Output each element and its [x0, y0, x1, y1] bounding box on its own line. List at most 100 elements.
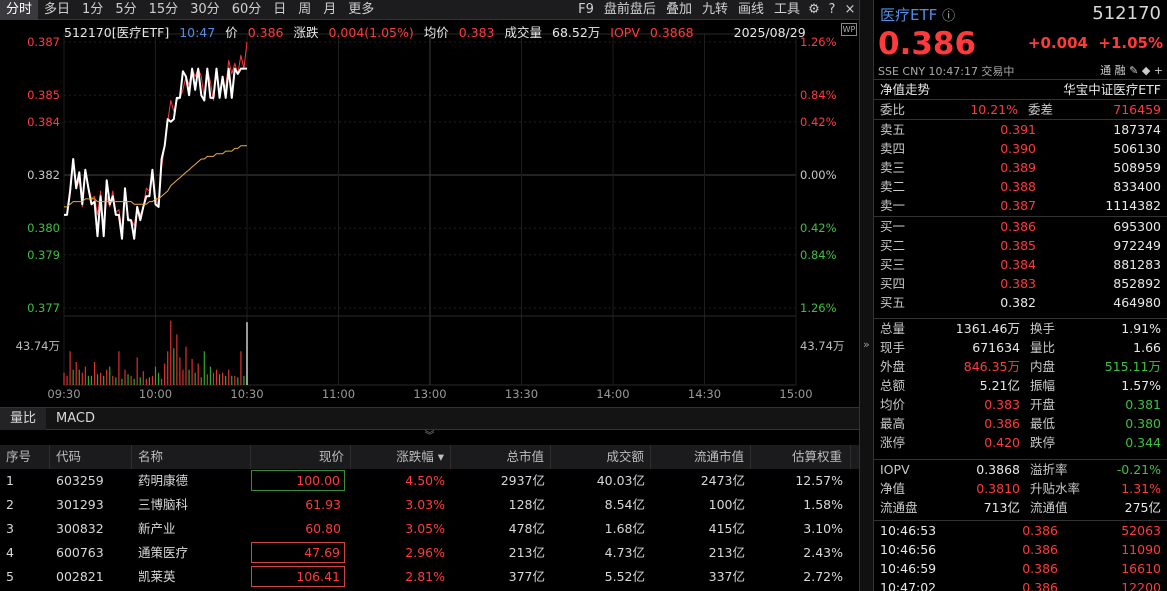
- period-tab-6[interactable]: 60分: [226, 0, 268, 20]
- table-row[interactable]: 3 300832 新产业 60.80 3.05% 478亿 1.68亿 415亿 3.10%: [0, 517, 859, 541]
- table-row[interactable]: 5 002821 凯莱英 106.41 2.81% 377亿 5.52亿 337亿 2.72%: [0, 565, 859, 589]
- period-tab-5[interactable]: 30分: [184, 0, 226, 20]
- cell-5: 377亿: [508, 569, 545, 584]
- cell-0: 1: [6, 473, 14, 488]
- col-header-0[interactable]: 序号: [0, 445, 50, 469]
- cell-2: 三博脑科: [138, 497, 189, 512]
- stat2-row: IOPV 0.3868 溢折率 -0.21%: [874, 460, 1167, 479]
- x-tick: 10:30: [230, 387, 263, 401]
- tool-tab-0[interactable]: F9: [573, 0, 599, 20]
- info-icon[interactable]: ⓘ: [942, 9, 955, 24]
- stat2-value2: 275亿: [1124, 500, 1161, 515]
- stat-row: 均价 0.383 开盘 0.381: [874, 395, 1167, 414]
- x-tick: 10:00: [139, 387, 172, 401]
- bid-volume: 695300: [1113, 219, 1161, 234]
- stat-label2: 跌停: [1030, 435, 1056, 450]
- cell-8: 12.57%: [795, 473, 843, 488]
- price-value: 47.69: [251, 542, 345, 563]
- indicator-tab-0[interactable]: 量比: [0, 407, 47, 430]
- table-row[interactable]: 1 603259 药明康德 100.00 4.50% 2937亿 40.03亿 2473亿 12…: [0, 469, 859, 493]
- period-tab-4[interactable]: 15分: [143, 0, 185, 20]
- panel-price: 0.386: [878, 26, 977, 62]
- y-left-tick: 0.379: [27, 248, 60, 262]
- col-header-4[interactable]: 涨跌幅 ▾: [351, 445, 451, 469]
- tick-time: 10:46:56: [880, 542, 937, 557]
- gear-icon[interactable]: ⚙: [805, 2, 823, 17]
- expand-icon[interactable]: »: [863, 338, 870, 351]
- cell-7: 213亿: [708, 545, 745, 560]
- stat-value2: 0.380: [1125, 416, 1161, 431]
- tool-tab-4[interactable]: 画线: [733, 0, 769, 20]
- cell-0: 4: [6, 545, 14, 560]
- col-header-6[interactable]: 成交额: [551, 445, 651, 469]
- close-icon[interactable]: ×: [841, 2, 859, 17]
- period-tab-9[interactable]: 月: [317, 0, 342, 20]
- ask-level: 卖四: [880, 141, 906, 156]
- indicator-tab-1[interactable]: MACD: [46, 408, 105, 430]
- tool-tab-2[interactable]: 叠加: [661, 0, 697, 20]
- panel-divider[interactable]: »: [859, 0, 874, 591]
- panel-title[interactable]: 医疗ETF ⓘ: [880, 4, 955, 25]
- period-tab-0[interactable]: 分时: [0, 0, 39, 20]
- stat-label2: 内盘: [1030, 359, 1056, 374]
- intraday-chart[interactable]: 0.387 1.26% 0.385 0.84% 0.384 0.42% 0.382 0.00%…: [0, 21, 859, 406]
- cell-7: 100亿: [708, 497, 745, 512]
- col-header-2[interactable]: 名称: [132, 445, 251, 469]
- tick-time: 10:46:53: [880, 523, 937, 538]
- stat-value: 1361.46万: [955, 321, 1020, 336]
- stat-row: 外盘 846.35万 内盘 515.11万: [874, 357, 1167, 376]
- cell-7: 337亿: [708, 569, 745, 584]
- x-tick: 13:00: [413, 387, 446, 401]
- period-tab-3[interactable]: 5分: [109, 0, 142, 20]
- ask-level: 卖三: [880, 160, 906, 175]
- stat2-value: 0.3810: [976, 481, 1020, 496]
- ask-row: 卖二 0.388 833400: [874, 177, 1167, 196]
- cell-price: 60.80: [251, 517, 351, 541]
- stat2-label: IOPV: [880, 462, 910, 477]
- table-row[interactable]: 4 600763 通策医疗 47.69 2.96% 213亿 4.73亿 213亿 2.43%: [0, 541, 859, 565]
- panel-icons[interactable]: 通 融 ✎ ◆ +: [1100, 62, 1163, 78]
- stat-label: 最高: [880, 416, 906, 431]
- cell-5: 128亿: [508, 497, 545, 512]
- avg-label: 均价: [423, 25, 449, 40]
- tick-volume: 16610: [1121, 561, 1161, 576]
- tool-tab-3[interactable]: 九转: [697, 0, 733, 20]
- nav-row[interactable]: 净值走势 华宝中证医疗ETF: [874, 80, 1167, 99]
- chart-svg: 0.387 1.26% 0.385 0.84% 0.384 0.42% 0.382 0.00%…: [16, 33, 844, 401]
- period-tab-2[interactable]: 1分: [76, 0, 109, 20]
- period-tab-7[interactable]: 日: [267, 0, 292, 20]
- stat-value: 671634: [972, 340, 1020, 355]
- y-right-tick: 0.84%: [800, 248, 837, 262]
- ask-row: 卖三 0.389 508959: [874, 158, 1167, 177]
- ask-volume: 833400: [1113, 179, 1161, 194]
- stat-label: 均价: [880, 397, 906, 412]
- col-header-8[interactable]: 估算权重: [751, 445, 851, 469]
- col-header-7[interactable]: 流通市值: [651, 445, 751, 469]
- stat-value2: 0.344: [1125, 435, 1161, 450]
- tool-tab-1[interactable]: 盘前盘后: [599, 0, 661, 20]
- x-tick: 15:00: [779, 387, 812, 401]
- x-tick: 11:00: [322, 387, 355, 401]
- quote-panel: 医疗ETF ⓘ 512170 0.386 +0.004 +1.05% SSE C…: [874, 0, 1167, 591]
- info-time: 10:47: [179, 25, 216, 40]
- price-label: 价: [225, 25, 238, 40]
- cell-1: 603259: [56, 473, 104, 488]
- tick-price: 0.386: [1022, 580, 1058, 591]
- col-header-1[interactable]: 代码: [50, 445, 132, 469]
- help-icon[interactable]: ?: [823, 2, 841, 17]
- stat-value: 0.386: [984, 416, 1020, 431]
- bid-level: 买一: [880, 219, 906, 234]
- tick-row: 10:46:56 0.386 11090: [874, 540, 1167, 559]
- period-tab-10[interactable]: 更多: [342, 0, 380, 20]
- period-tab-8[interactable]: 周: [292, 0, 317, 20]
- period-tab-1[interactable]: 多日: [38, 0, 76, 20]
- price-value: 106.41: [251, 566, 345, 587]
- collapse-icon[interactable]: ︾: [0, 430, 859, 444]
- ask-level: 卖五: [880, 122, 906, 137]
- price-value: 61.93: [305, 497, 341, 512]
- table-row[interactable]: 2 301293 三博脑科 61.93 3.03% 128亿 8.54亿 100亿 1.58%: [0, 493, 859, 517]
- col-header-3[interactable]: 现价: [251, 445, 351, 469]
- tool-tab-5[interactable]: 工具: [769, 0, 805, 20]
- col-header-5[interactable]: 总市值: [451, 445, 551, 469]
- code-name: 512170[医疗ETF]: [64, 25, 170, 40]
